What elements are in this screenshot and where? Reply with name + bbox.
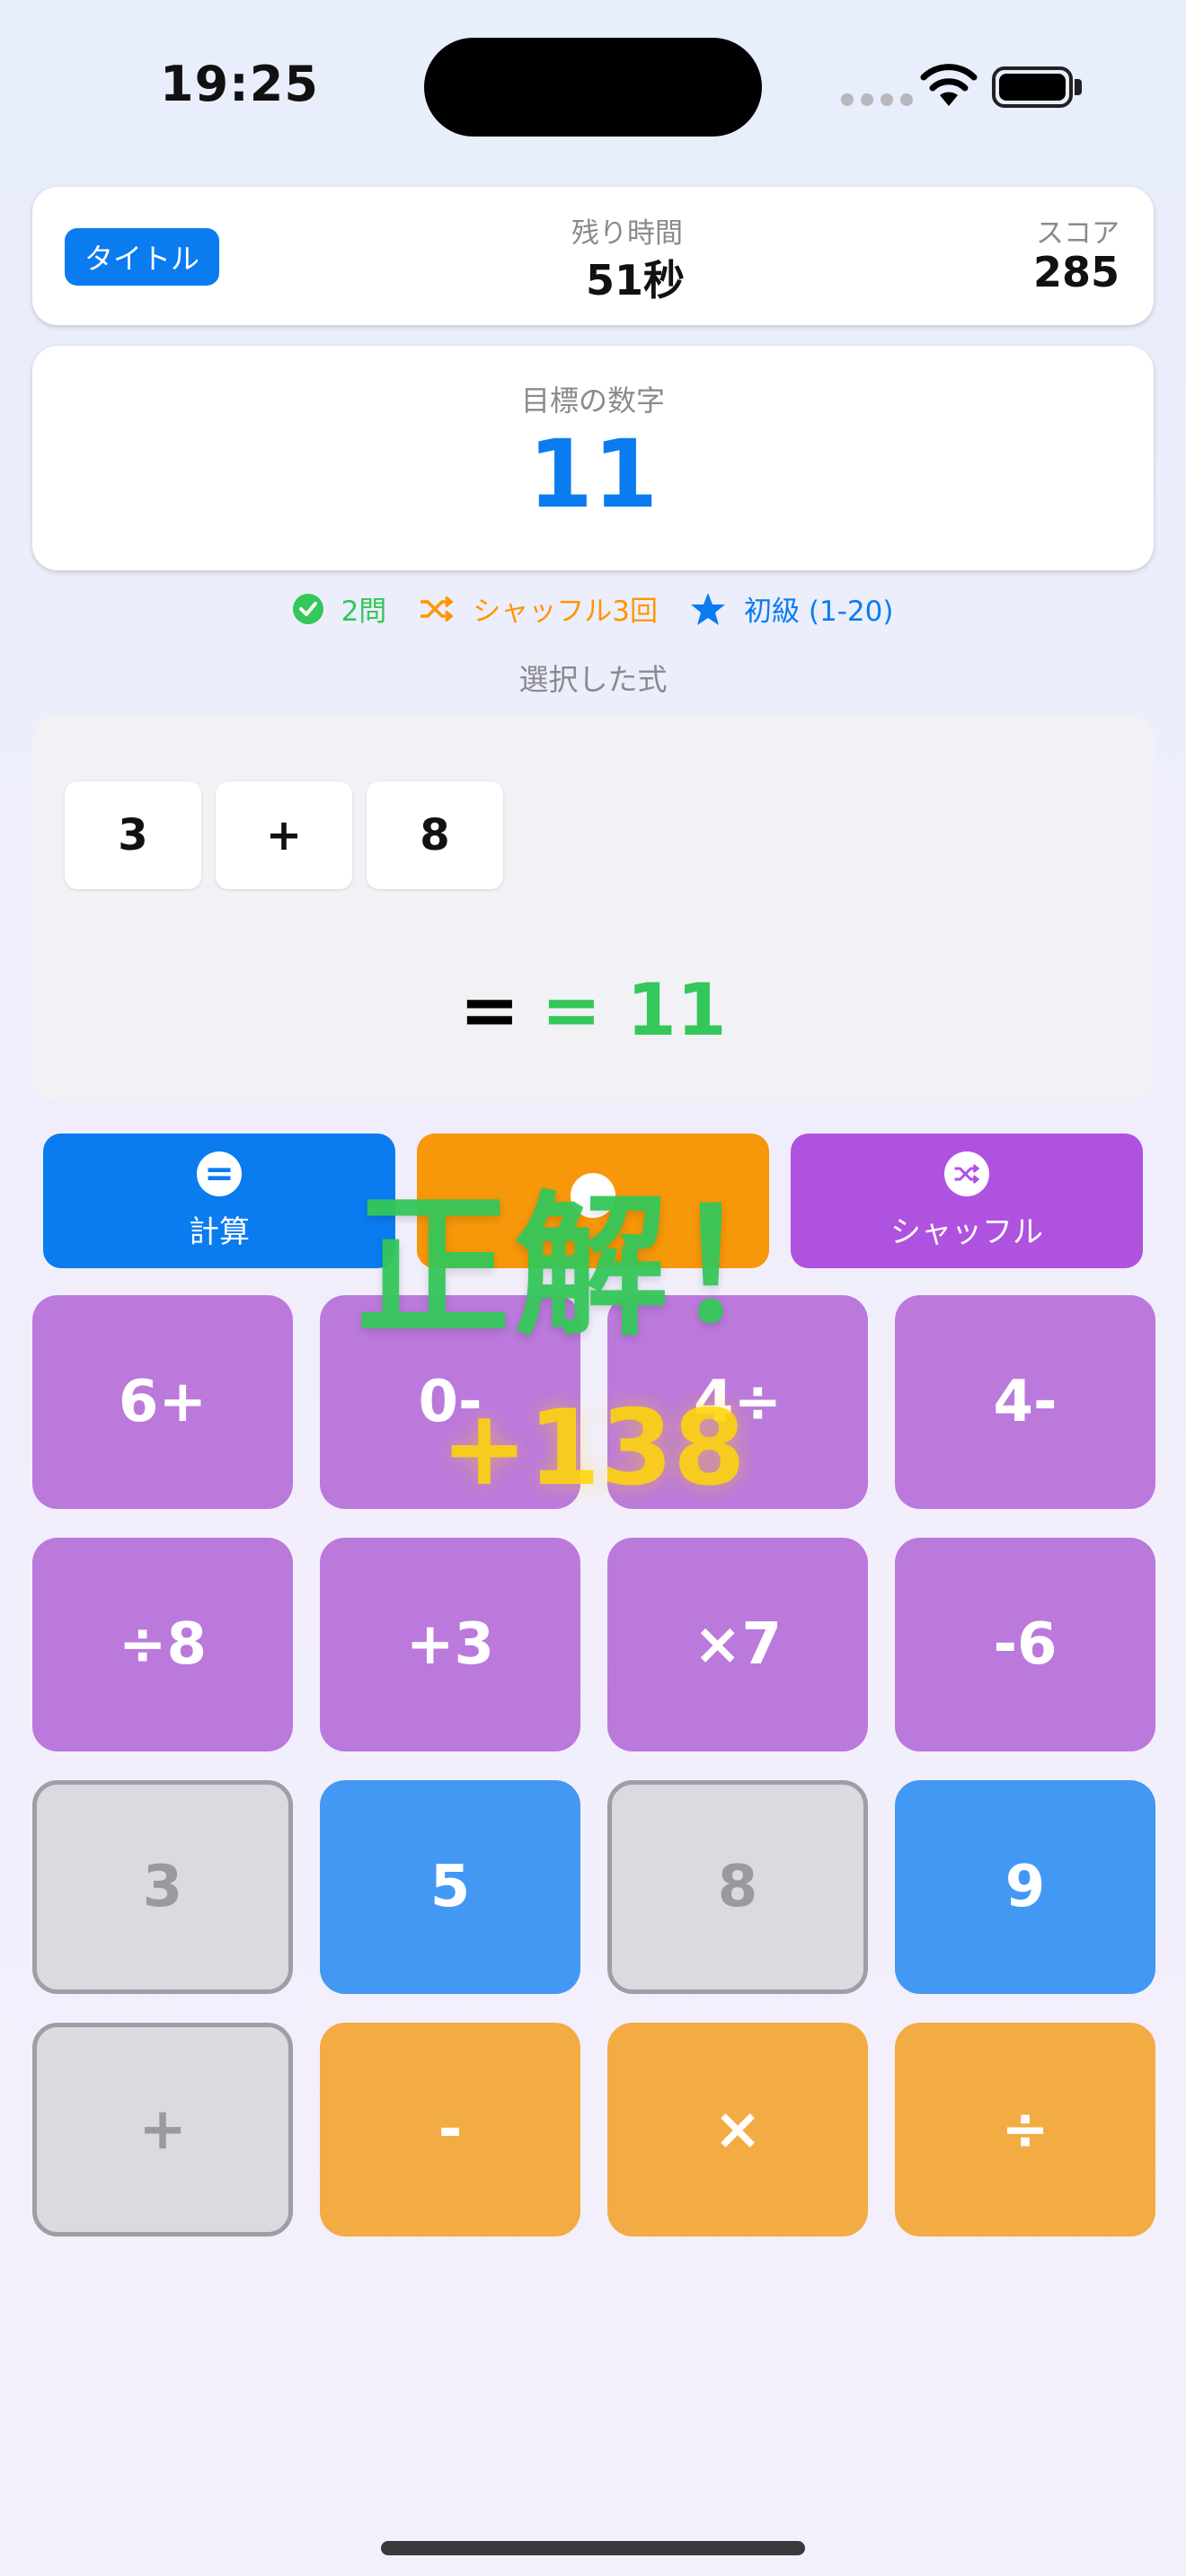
target-value: 11	[527, 419, 659, 529]
operator-key[interactable]: ÷	[895, 2023, 1155, 2236]
solved-count: 2問	[341, 595, 387, 628]
solved-stat: 2問	[292, 588, 387, 629]
expression-box: 3 + 8 = = 11	[32, 715, 1154, 1101]
target-label: 目標の数字	[520, 384, 665, 418]
expression-tile[interactable]: 8	[367, 781, 503, 889]
shuffle-icon	[419, 595, 455, 623]
cellular-signal-icon	[841, 93, 913, 106]
result-value: = 11	[541, 968, 727, 1052]
title-button[interactable]: タイトル	[65, 228, 219, 286]
equals-sign: =	[459, 968, 520, 1052]
expression-tile[interactable]: 3	[65, 781, 201, 889]
time-remaining-value: 51秒	[586, 256, 686, 304]
shuffle-count: シャッフル3回	[473, 595, 659, 628]
time-remaining-label: 残り時間	[571, 217, 683, 250]
number-key-used[interactable]: 3	[32, 1780, 293, 1994]
star-icon	[690, 592, 726, 626]
number-key[interactable]: 9	[895, 1780, 1155, 1994]
operator-key[interactable]: -	[320, 2023, 580, 2236]
selected-expression-title: 選択した式	[518, 662, 668, 697]
level-label: 初級 (1-20)	[744, 595, 894, 628]
battery-icon	[992, 66, 1073, 108]
score-value: 285	[1032, 248, 1120, 296]
expression-result: = = 11	[32, 968, 1154, 1052]
shuffle-stat: シャッフル3回	[419, 588, 658, 629]
header-card: タイトル 残り時間 51秒 スコア 285	[32, 187, 1154, 325]
home-indicator[interactable]	[381, 2541, 805, 2555]
points-gained: +138	[440, 1388, 746, 1509]
operator-key-used[interactable]: +	[32, 2023, 293, 2236]
operation-key[interactable]: ×7	[607, 1538, 868, 1751]
stats-row: 2問 シャッフル3回 初級 (1-20)	[0, 588, 1186, 629]
operation-key[interactable]: -6	[895, 1538, 1155, 1751]
checkmark-circle-icon	[292, 593, 323, 624]
expression-tile[interactable]: +	[216, 781, 352, 889]
dynamic-island	[424, 38, 762, 137]
target-card: 目標の数字 11	[32, 346, 1154, 570]
status-time: 19:25	[160, 56, 319, 112]
wifi-icon	[920, 64, 978, 106]
correct-message: 正解！	[356, 1177, 830, 1357]
number-key[interactable]: 5	[320, 1780, 580, 1994]
operation-key[interactable]: ÷8	[32, 1538, 293, 1751]
level-stat: 初級 (1-20)	[690, 588, 893, 629]
score-label: スコア	[1036, 217, 1120, 250]
number-key-used[interactable]: 8	[607, 1780, 868, 1994]
operation-key[interactable]: +3	[320, 1538, 580, 1751]
operator-key[interactable]: ×	[607, 2023, 868, 2236]
